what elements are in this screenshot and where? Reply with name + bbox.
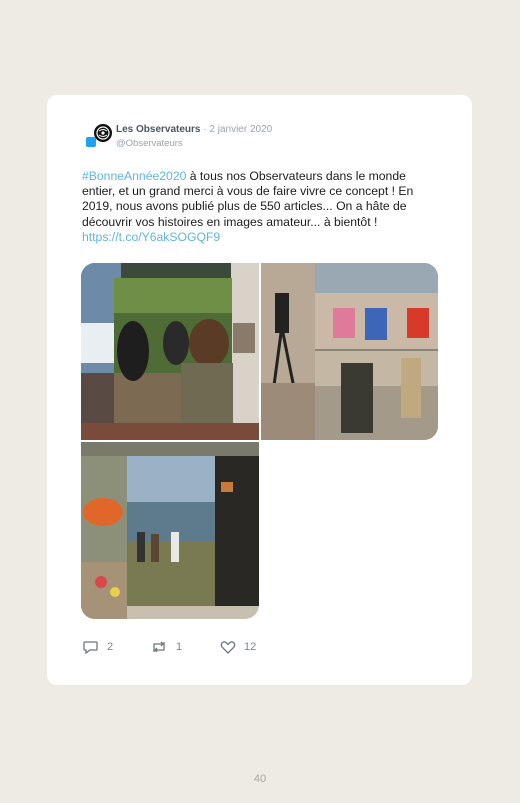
- photo-collage-children-soldier: [261, 263, 438, 440]
- like-action[interactable]: 12: [220, 640, 256, 654]
- reply-icon: [83, 641, 98, 654]
- reply-count: 2: [107, 641, 114, 653]
- reply-action[interactable]: 2: [83, 640, 113, 654]
- author-name[interactable]: Les Observateurs: [116, 124, 201, 135]
- like-icon: [220, 641, 236, 654]
- page-number: 40: [253, 773, 267, 785]
- twitter-bird-icon: [86, 137, 96, 147]
- author-handle[interactable]: @Observateurs: [116, 138, 183, 149]
- hashtag-link[interactable]: #BonneAnnée2020: [82, 169, 186, 183]
- retweet-action[interactable]: 1: [150, 640, 182, 654]
- tweet-url-link[interactable]: https://t.co/Y6akSOGQF9: [82, 230, 220, 244]
- media-grid: [81, 263, 438, 619]
- avatar[interactable]: [94, 124, 112, 142]
- media-photo-1[interactable]: [81, 263, 259, 440]
- tweet-date[interactable]: 2 janvier 2020: [209, 124, 272, 135]
- retweet-count: 1: [176, 641, 183, 653]
- tweet-text: #BonneAnnée2020 à tous nos Observateurs …: [82, 169, 442, 245]
- observateurs-logo-icon: [96, 126, 110, 140]
- photo-collage-gorillas: [81, 263, 259, 440]
- tweet-header: Les Observateurs · 2 janvier 2020: [116, 124, 272, 135]
- tweet-card: Les Observateurs · 2 janvier 2020 @Obser…: [47, 95, 472, 685]
- like-count: 12: [244, 641, 257, 653]
- photo-collage-river-fire: [81, 442, 259, 619]
- media-photo-3[interactable]: [81, 442, 259, 619]
- media-photo-2[interactable]: [261, 263, 438, 440]
- retweet-icon: [153, 641, 165, 653]
